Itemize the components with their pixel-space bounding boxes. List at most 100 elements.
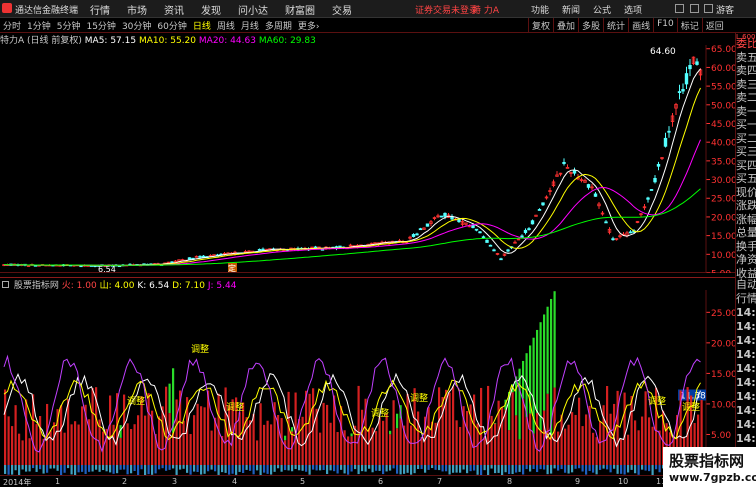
blue-bar (7, 465, 10, 475)
red-bar (28, 438, 31, 465)
period-60min[interactable]: 60分钟 (157, 19, 186, 32)
red-bar (644, 391, 647, 465)
blue-bar (525, 465, 528, 470)
blue-bar (620, 465, 623, 474)
blue-bar (651, 465, 654, 475)
blue-bar (196, 465, 199, 473)
quote-labels: 委比 卖五 卖四 卖三 卖二 卖一 买一 买二 买三 买四 买五 现价 涨跌 涨幅 总量 换手 净资 收益 (736, 37, 756, 280)
minimize-icon[interactable] (675, 4, 684, 13)
tool-f10[interactable]: F10 (653, 18, 677, 33)
green-bar (494, 422, 497, 424)
blue-bar (11, 465, 14, 475)
blue-bar (88, 465, 91, 472)
guest-user[interactable]: 游客 (716, 3, 734, 16)
menu-item-discover[interactable]: 发现 (201, 2, 221, 17)
red-bar (298, 419, 301, 465)
candle-body (688, 64, 692, 70)
blue-bar (231, 465, 234, 474)
menu-item-function[interactable]: 功能 (531, 3, 549, 16)
menu-item-markets[interactable]: 市场 (127, 2, 147, 17)
blue-bar (102, 465, 105, 471)
menu-item-wealth[interactable]: 财富圈 (285, 2, 315, 17)
candle-body (649, 189, 654, 191)
red-bar (595, 437, 598, 465)
tool-multi-stock[interactable]: 多股 (578, 18, 603, 33)
period-5min[interactable]: 5分钟 (57, 19, 81, 32)
menu-item-formula[interactable]: 公式 (593, 3, 611, 16)
period-multi[interactable]: 多周期 (265, 19, 292, 32)
tick-time: 14:50 (736, 404, 756, 417)
blue-bar (252, 465, 255, 475)
menu-item-news[interactable]: 资讯 (164, 2, 184, 17)
blue-bar (417, 465, 420, 470)
red-bar (214, 417, 217, 465)
red-bar (266, 420, 269, 465)
period-weekly[interactable]: 周线 (217, 19, 235, 32)
red-bar (560, 414, 563, 465)
menu-item-options[interactable]: 选项 (624, 3, 642, 16)
sub-tick-label: 5.00 (711, 431, 731, 441)
tool-draw[interactable]: 画线 (628, 18, 653, 33)
price-tick-label: 45.00 (711, 120, 735, 130)
trading-terminal: 通达信金融终端 行情 市场 资讯 发现 问小达 财富圈 交易 证券交易未登录 特… (0, 0, 756, 487)
blue-bar (308, 465, 311, 475)
candle-body (681, 89, 685, 92)
blue-bar (105, 465, 108, 472)
blue-bar (431, 465, 434, 469)
tick-time: 14:50 (736, 334, 756, 347)
blue-bar (315, 465, 318, 471)
indicator-icon[interactable] (2, 281, 9, 288)
blue-bar (368, 465, 371, 469)
menu-item-news2[interactable]: 新闻 (562, 3, 580, 16)
blue-bar (504, 465, 507, 473)
close-icon[interactable] (704, 4, 713, 13)
tool-overlay[interactable]: 叠加 (553, 18, 578, 33)
period-more[interactable]: 更多› (298, 19, 320, 32)
red-bar (284, 440, 287, 465)
red-bar (392, 400, 395, 465)
tool-stats[interactable]: 统计 (603, 18, 628, 33)
blue-bar (266, 465, 269, 474)
maximize-icon[interactable] (690, 4, 699, 13)
period-monthly[interactable]: 月线 (241, 19, 259, 32)
menu-item-ask[interactable]: 问小达 (238, 2, 268, 17)
period-tick[interactable]: 分时 (3, 19, 21, 32)
blue-bar (39, 465, 42, 470)
kline-chart[interactable]: 65.00 60.00 55.00 50.00 45.00 40.00 35.00 30.00… (0, 45, 735, 273)
time-tick: 1 (55, 477, 61, 486)
blue-bar (350, 465, 353, 472)
period-15min[interactable]: 15分钟 (86, 19, 115, 32)
blue-bar (361, 465, 364, 472)
red-bar (609, 413, 612, 465)
red-bar (368, 428, 371, 465)
menu-item-market[interactable]: 行情 (90, 2, 110, 17)
tool-mark[interactable]: 标记 (676, 18, 702, 33)
blue-bar (627, 465, 630, 473)
blue-bar (424, 465, 427, 473)
time-tick: 9 (575, 477, 581, 486)
blue-bar (32, 465, 35, 469)
period-selector: 分时 1分钟 5分钟 15分钟 30分钟 60分钟 日线 周线 月线 多周期 更… (3, 19, 320, 32)
tick-time: 行情 (736, 292, 756, 305)
blue-bar (623, 465, 626, 475)
blue-bar (550, 465, 553, 474)
app-title: 通达信金融终端 (15, 6, 79, 16)
tool-back[interactable]: 返回 (701, 18, 727, 33)
period-daily[interactable]: 日线 (193, 19, 211, 32)
menu-item-trade[interactable]: 交易 (332, 2, 352, 17)
blue-bar (564, 465, 567, 473)
indicator-chart[interactable]: 25.0020.0015.0010.005.0011.38调整调整调整调整调整调… (0, 290, 735, 475)
login-notice[interactable]: 证券交易未登录 (415, 3, 478, 16)
blue-bar (238, 465, 241, 472)
red-bar (74, 421, 77, 465)
period-30min[interactable]: 30分钟 (122, 19, 151, 32)
blue-bar (329, 465, 332, 471)
blue-bar (203, 465, 206, 474)
blue-bar (658, 465, 661, 473)
period-1min[interactable]: 1分钟 (27, 19, 51, 32)
red-bar (322, 402, 325, 465)
green-bar (291, 427, 294, 432)
blue-bar (480, 465, 483, 475)
quote-label: 买三 (736, 145, 756, 158)
tool-adjust[interactable]: 复权 (528, 18, 553, 33)
